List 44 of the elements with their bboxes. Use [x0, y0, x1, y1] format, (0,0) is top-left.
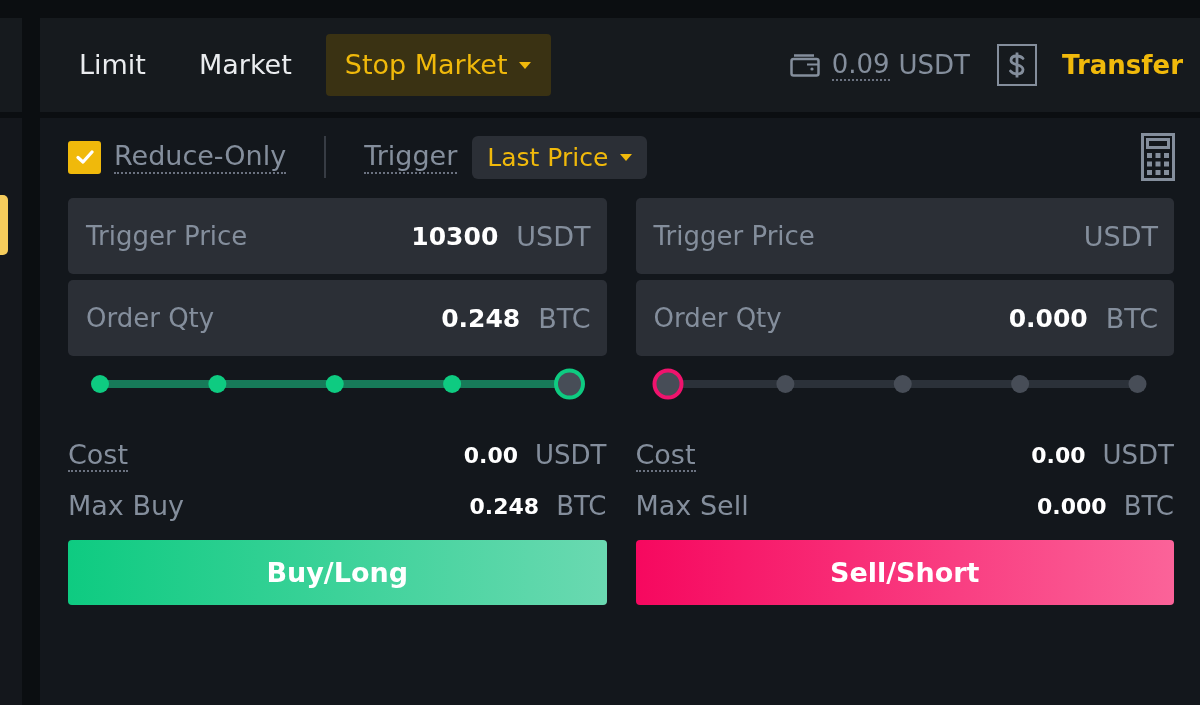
field-label: Order Qty — [86, 303, 215, 333]
unit-label: USDT — [1083, 220, 1158, 252]
max-amount-value: 0.248 — [469, 493, 540, 519]
balance-unit: USDT — [898, 50, 970, 80]
input-field[interactable]: Order Qty 0.248 BTC — [68, 280, 607, 356]
slider-thumb[interactable] — [554, 368, 585, 400]
input-field[interactable]: Order Qty 0.000 BTC — [635, 280, 1174, 356]
max-amount-label: Max Sell — [635, 490, 750, 522]
unit-label: BTC — [1123, 491, 1174, 521]
field-label: Order Qty — [653, 303, 782, 333]
sell-button[interactable]: Sell/Short — [635, 540, 1174, 605]
unit-label: BTC — [556, 491, 607, 521]
field-label: Trigger Price — [86, 221, 248, 251]
unit-label: USDT — [1102, 440, 1174, 470]
indicator-icon — [0, 195, 8, 255]
unit-label: BTC — [1105, 302, 1158, 334]
checkbox-label: Reduce-Only — [114, 140, 287, 174]
cost-label: Cost — [635, 439, 696, 472]
order-type-tab[interactable]: Market — [198, 48, 292, 82]
cost-value: 0.00 — [1031, 442, 1086, 468]
transfer-button[interactable]: Transfer — [1062, 50, 1183, 80]
cost-label: Cost — [68, 439, 129, 472]
dollar-icon[interactable] — [997, 44, 1037, 86]
calculator-icon[interactable] — [1141, 133, 1175, 181]
unit-label: BTC — [538, 302, 591, 334]
balance-amount: 0.09 — [831, 49, 890, 81]
cost-value: 0.00 — [463, 442, 519, 468]
max-amount-label: Max Buy — [68, 490, 185, 522]
max-amount-value: 0.000 — [1037, 493, 1107, 519]
wallet-icon — [789, 53, 820, 77]
caret-icon — [620, 153, 633, 161]
field-label: Trigger Price — [653, 221, 815, 251]
trigger-dropdown[interactable]: Last Price — [472, 135, 648, 179]
checkmark-icon — [75, 150, 94, 164]
unit-label: USDT — [516, 220, 591, 252]
input-field[interactable]: Trigger Price 10300 USDT — [68, 198, 607, 274]
order-type-tab[interactable]: Stop Market — [325, 34, 551, 96]
order-type-tab[interactable]: Limit — [79, 48, 146, 82]
caret-icon — [518, 61, 531, 69]
checkbox[interactable] — [68, 140, 101, 174]
input-field[interactable]: Trigger Price USDT — [635, 198, 1174, 274]
slider-thumb[interactable] — [652, 368, 683, 400]
unit-label: USDT — [535, 440, 607, 470]
trigger-label: Trigger — [364, 140, 458, 174]
